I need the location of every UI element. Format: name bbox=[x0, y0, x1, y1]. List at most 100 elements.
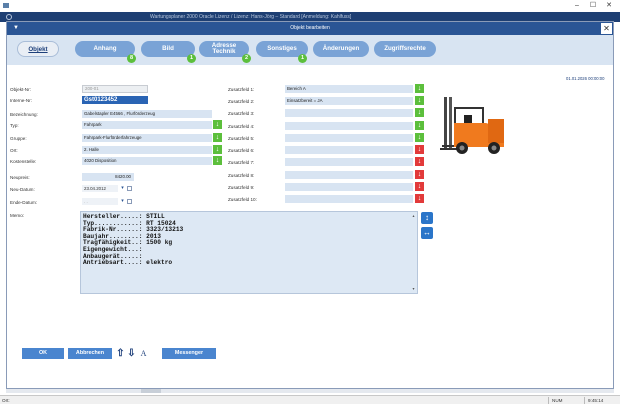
arrow-down-icon[interactable]: ↓ bbox=[415, 194, 424, 203]
maximize-button[interactable]: ☐ bbox=[586, 2, 600, 10]
status-num: NUM bbox=[548, 397, 584, 404]
tab-label: Anhang bbox=[93, 45, 117, 52]
tab-badge: 8 bbox=[127, 54, 136, 63]
arrow-down-icon[interactable]: ↓ bbox=[415, 96, 424, 105]
arrow-down-icon[interactable]: ↓ bbox=[415, 108, 424, 117]
label-ende-datum: Ende-Datum: bbox=[10, 200, 38, 205]
label-neu-datum: Neu-Datum: bbox=[10, 187, 35, 192]
cancel-button[interactable]: Abbrechen bbox=[68, 348, 112, 359]
tab-objekt[interactable]: Objekt bbox=[17, 41, 59, 57]
upload-icon[interactable]: ⇧ bbox=[115, 348, 126, 359]
arrow-down-icon[interactable]: ↓ bbox=[213, 156, 222, 165]
zusatzfeld-3-input[interactable] bbox=[285, 109, 413, 117]
interne-nr-input[interactable]: Gst0123452 bbox=[82, 96, 148, 104]
tab-bar: Objekt Anhang 8 Bild 1 Adresse Technik 2 … bbox=[7, 35, 613, 65]
label-zusatzfeld-5: Zusatzfeld 5: bbox=[228, 136, 255, 141]
arrow-down-icon[interactable]: ↓ bbox=[415, 84, 424, 93]
arrow-down-icon[interactable]: ↓ bbox=[415, 145, 424, 154]
dialog-title: Objekt bearbeiten bbox=[290, 25, 330, 31]
arrow-down-icon[interactable]: ↓ bbox=[213, 120, 222, 129]
typ-select[interactable]: Fahrpark bbox=[82, 121, 212, 129]
zusatzfeld-5-input[interactable] bbox=[285, 134, 413, 142]
zusatzfeld-7-input[interactable] bbox=[285, 158, 413, 166]
neupreis-input[interactable]: 8420.00 bbox=[82, 173, 134, 181]
label-interne-nr: Interne-Nr: bbox=[10, 98, 32, 103]
label-typ: Typ: bbox=[10, 123, 19, 128]
arrow-down-icon[interactable]: ↓ bbox=[415, 170, 424, 179]
download-icon[interactable]: ⇩ bbox=[126, 348, 137, 359]
status-bar: Ort: NUM 9:45:14 bbox=[0, 395, 620, 404]
arrow-down-icon[interactable]: ↓ bbox=[415, 133, 424, 142]
label-zusatzfeld-2: Zusatzfeld 2: bbox=[228, 99, 255, 104]
zusatzfeld-2-input[interactable]: Einsatzbereit = JA bbox=[285, 97, 413, 105]
label-memo: Memo: bbox=[10, 213, 25, 218]
bezeichnung-input[interactable]: Gabelstapler E4566 , Flurförderzeug bbox=[82, 110, 212, 118]
ok-button[interactable]: OK bbox=[22, 348, 64, 359]
messenger-button[interactable]: Messenger bbox=[162, 348, 216, 359]
kostenstelle-select[interactable]: 4020 Disposition bbox=[82, 157, 212, 165]
close-window-button[interactable]: ✕ bbox=[602, 2, 616, 10]
arrow-down-icon[interactable]: ↓ bbox=[415, 121, 424, 130]
tab-aenderungen[interactable]: Änderungen bbox=[313, 41, 369, 57]
arrow-down-icon[interactable]: ↓ bbox=[415, 157, 424, 166]
app-titlebar: – ☐ ✕ bbox=[0, 0, 620, 12]
label-zusatzfeld-7: Zusatzfeld 7: bbox=[228, 160, 255, 165]
neu-datum-input[interactable]: 23.04.2012 bbox=[82, 185, 118, 192]
tab-label: Zugriffsrechte bbox=[384, 45, 426, 52]
dialog-close-button[interactable]: ✕ bbox=[601, 23, 612, 34]
chevron-down-icon[interactable]: ▾ bbox=[119, 198, 126, 205]
font-size-icon[interactable]: A bbox=[138, 348, 149, 359]
arrow-down-icon[interactable]: ↓ bbox=[213, 133, 222, 142]
label-zusatzfeld-4: Zusatzfeld 4: bbox=[228, 124, 255, 129]
tab-adresse-technik[interactable]: Adresse Technik bbox=[199, 41, 249, 57]
calendar-icon[interactable] bbox=[127, 199, 132, 204]
zusatzfeld-1-input[interactable]: Bereich A bbox=[285, 85, 413, 93]
memo-textarea[interactable]: Hersteller.....: STILL Typ............: … bbox=[80, 211, 418, 294]
label-objekt-nr: Objekt-Nr: bbox=[10, 87, 31, 92]
memo-scrollbar[interactable]: ▴ ▾ bbox=[411, 213, 416, 292]
tab-zugriffsrechte[interactable]: Zugriffsrechte bbox=[374, 41, 436, 57]
scroll-up-icon[interactable]: ▴ bbox=[411, 213, 416, 218]
tab-label: Änderungen bbox=[322, 45, 360, 52]
minimize-button[interactable]: – bbox=[570, 2, 584, 10]
expand-horizontal-icon[interactable]: ↔ bbox=[421, 227, 433, 239]
label-zusatzfeld-9: Zusatzfeld 9: bbox=[228, 185, 255, 190]
zusatzfeld-8-input[interactable] bbox=[285, 171, 413, 179]
back-icon bbox=[6, 14, 12, 20]
label-zusatzfeld-6: Zusatzfeld 6: bbox=[228, 148, 255, 153]
tab-badge: 1 bbox=[187, 54, 196, 63]
edit-object-dialog: ▼ Objekt bearbeiten ✕ Objekt Anhang 8 Bi… bbox=[6, 21, 614, 389]
status-time: 9:45:14 bbox=[584, 397, 620, 404]
gruppe-select[interactable]: Fahrpark-Flurförderfahrzeuge bbox=[82, 134, 212, 142]
zusatzfeld-4-input[interactable] bbox=[285, 122, 413, 130]
tab-badge: 2 bbox=[242, 54, 251, 63]
ort-select[interactable]: 2. Halle bbox=[82, 146, 212, 154]
label-ort: Ort: bbox=[10, 148, 18, 153]
timestamp: 01.01.2026 00:00:00 bbox=[566, 76, 605, 81]
label-bezeichnung: Bezeichnung: bbox=[10, 112, 38, 117]
tab-bild[interactable]: Bild bbox=[141, 41, 195, 57]
tab-label-line2: Technik bbox=[212, 48, 236, 55]
app-icon bbox=[3, 3, 9, 8]
calendar-icon[interactable] bbox=[127, 186, 132, 191]
forklift-image bbox=[440, 97, 504, 154]
zusatzfeld-10-input[interactable] bbox=[285, 195, 413, 203]
ende-datum-input[interactable]: . . bbox=[82, 198, 118, 205]
horizontal-scrollbar[interactable] bbox=[6, 389, 614, 393]
status-text: Ort: bbox=[2, 398, 10, 403]
tab-label: Bild bbox=[162, 45, 174, 52]
zusatzfeld-6-input[interactable] bbox=[285, 146, 413, 154]
arrow-down-icon[interactable]: ↓ bbox=[415, 182, 424, 191]
label-kostenstelle: Kostenstelle: bbox=[10, 159, 37, 164]
chevron-down-icon[interactable]: ▾ bbox=[119, 185, 126, 192]
objekt-nr-field: 200-01 bbox=[82, 85, 148, 93]
expand-vertical-icon[interactable]: ↕ bbox=[421, 212, 433, 224]
arrow-down-icon[interactable]: ↓ bbox=[213, 145, 222, 154]
scroll-down-icon[interactable]: ▾ bbox=[411, 286, 416, 291]
label-zusatzfeld-3: Zusatzfeld 3: bbox=[228, 111, 255, 116]
memo-text: Hersteller.....: STILL Typ............: … bbox=[83, 213, 184, 267]
tab-badge: 1 bbox=[298, 54, 307, 63]
tab-anhang[interactable]: Anhang bbox=[75, 41, 135, 57]
zusatzfeld-9-input[interactable] bbox=[285, 183, 413, 191]
scrollbar-thumb[interactable] bbox=[141, 389, 161, 393]
